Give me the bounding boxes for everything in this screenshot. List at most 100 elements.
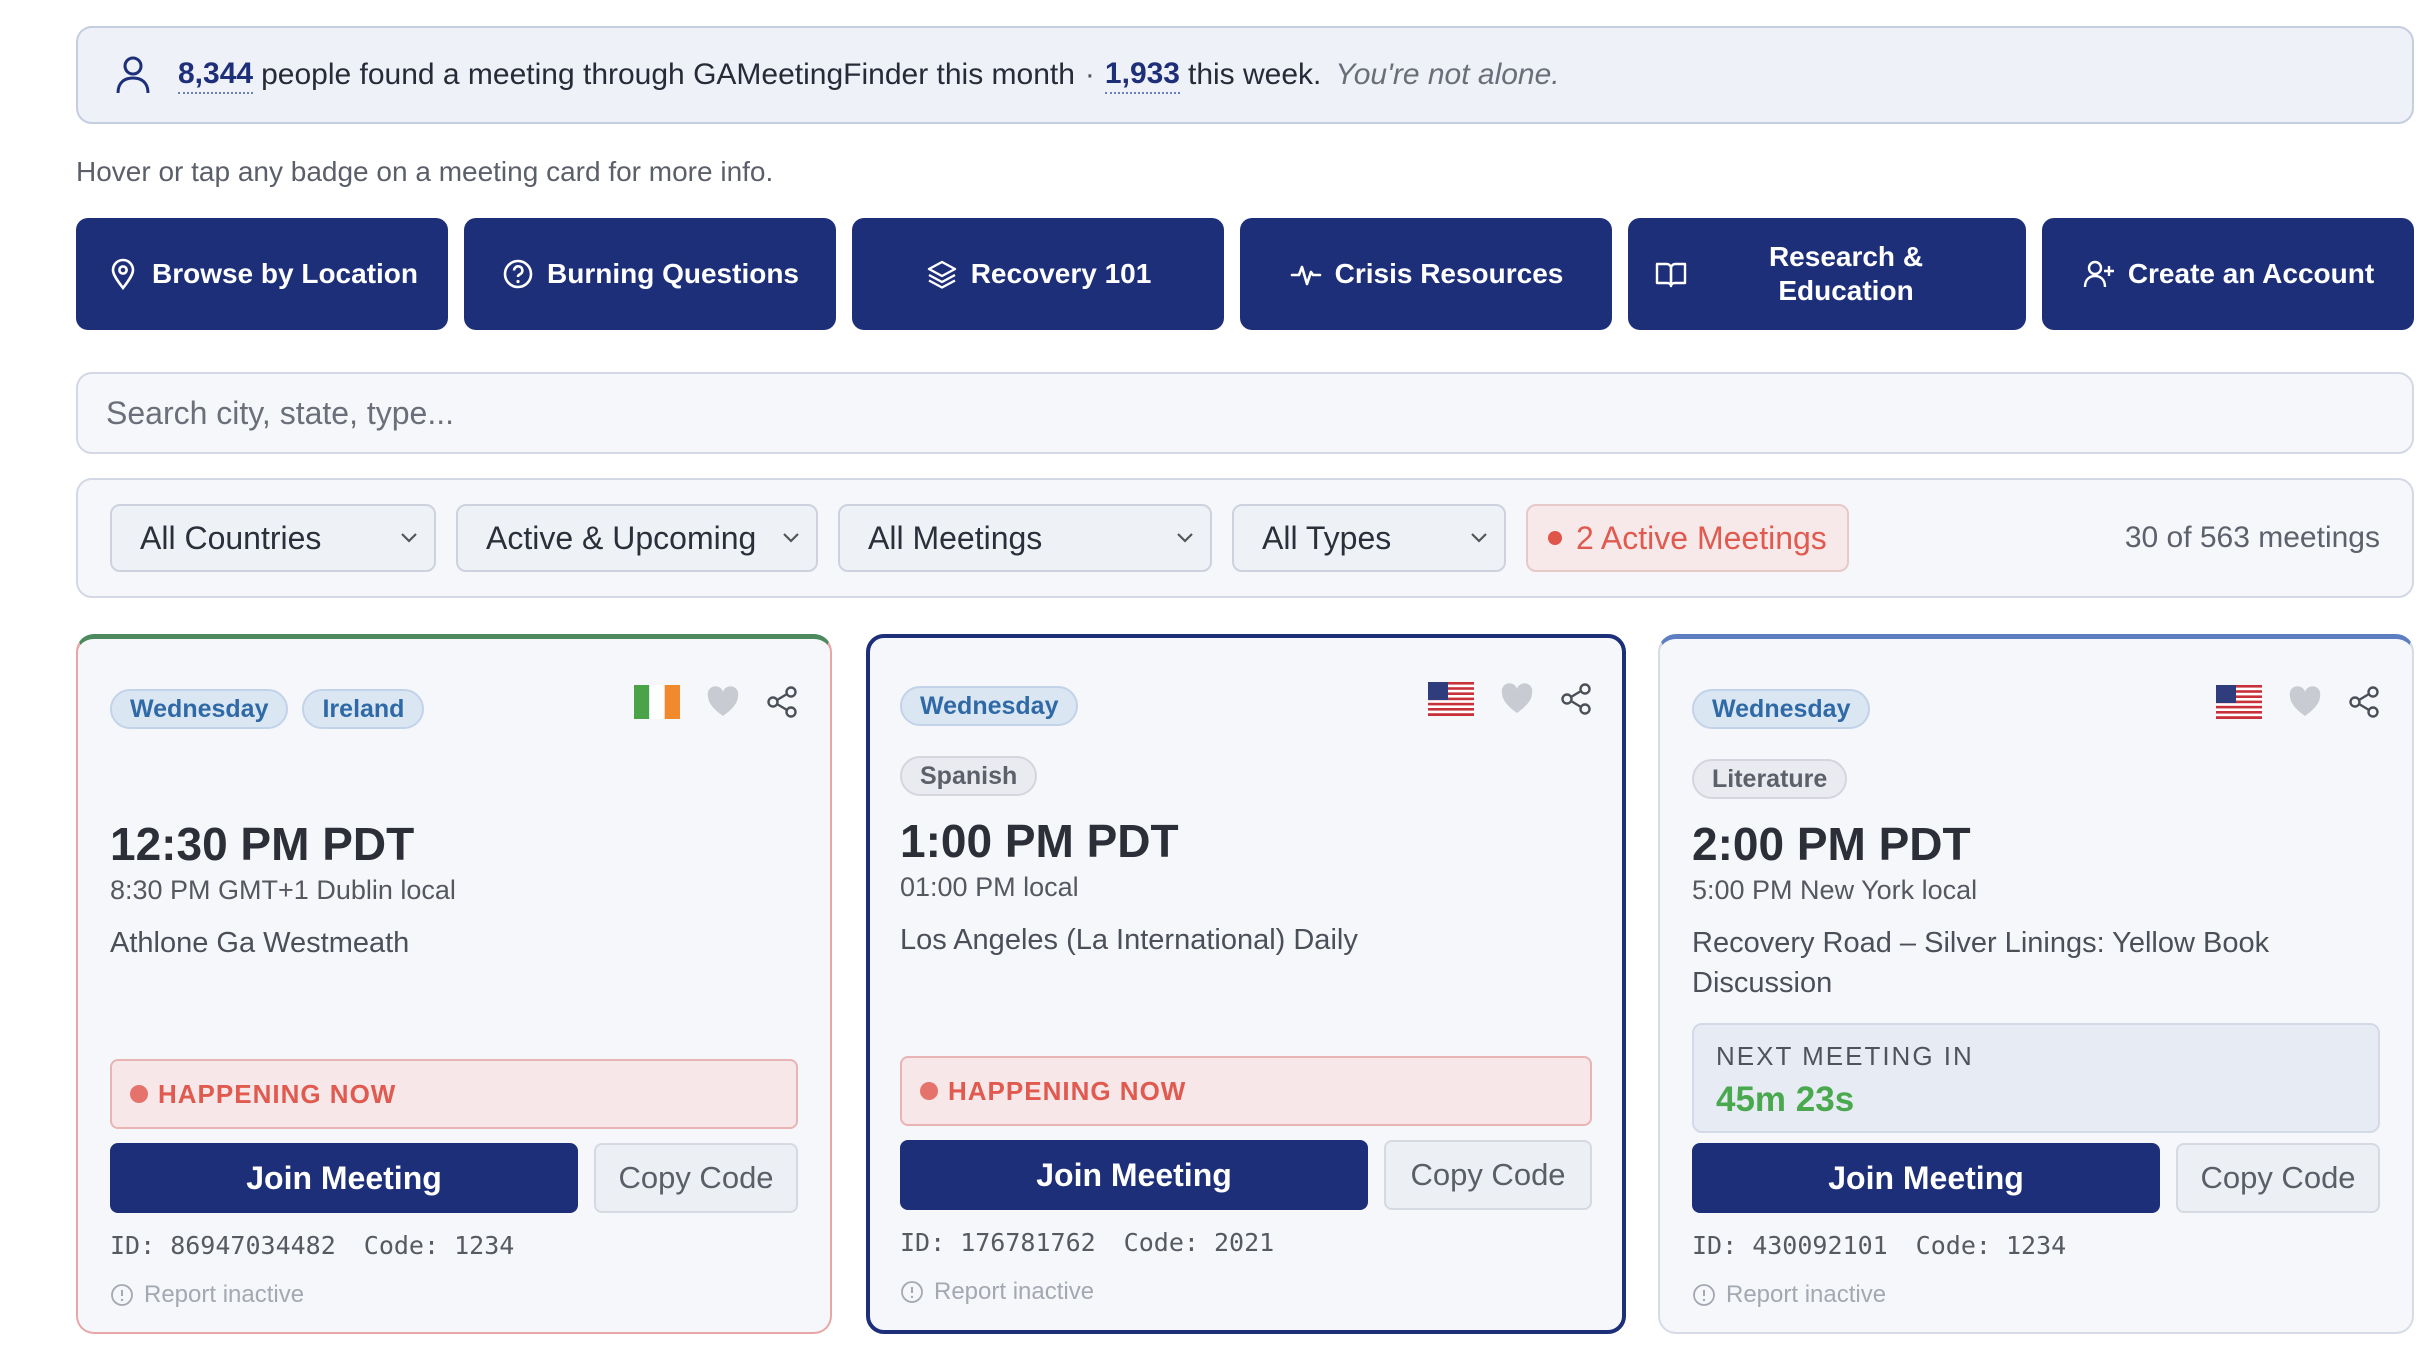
meeting-name: Athlone Ga Westmeath [110,927,410,959]
chevron-down-icon [783,533,799,543]
pulse-icon [1290,265,1321,286]
search-bar [76,372,2414,454]
day-badge[interactable]: Wednesday [900,686,1079,726]
status-select[interactable]: Active & Upcoming [456,504,818,572]
report-inactive-label: Report inactive [1726,1281,1887,1308]
meeting-code: Code: 1234 [1915,1231,2067,1260]
active-meetings-label: 2 Active Meetings [1576,519,1827,556]
meeting-credentials: ID: 430092101 Code: 1234 [1692,1231,2066,1260]
report-inactive-link[interactable]: Report inactive [1692,1281,1886,1309]
nav-buttons: Browse by Location Burning Questions Rec… [76,218,2414,330]
next-meeting-countdown: NEXT MEETING IN 45m 23s [1692,1023,2380,1133]
meeting-code: Code: 2021 [1123,1228,1275,1257]
meeting-id: ID: 176781762 [900,1228,1096,1257]
burning-questions-button[interactable]: Burning Questions [464,218,836,330]
meeting-time: 12:30 PM PDT [110,818,415,870]
browse-location-label: Browse by Location [151,258,419,289]
meeting-count: 30 of 563 meetings [2124,521,2380,554]
join-meeting-button[interactable]: Join Meeting [110,1143,578,1213]
usa-flag-icon [1428,682,1474,716]
burning-questions-label: Burning Questions [547,258,799,289]
week-text: this week. [1188,58,1322,91]
filter-bar: All Countries Active & Upcoming All Meet… [76,478,2414,598]
meeting-id: ID: 86947034482 [110,1231,336,1260]
ireland-flag-icon [634,685,680,719]
research-education-label: Research & Education [1768,241,1924,306]
location-pin-icon [111,258,135,291]
layers-icon [927,260,956,289]
week-count[interactable]: 1,933 [1104,57,1180,94]
join-meeting-button[interactable]: Join Meeting [900,1140,1368,1210]
report-inactive-label: Report inactive [934,1278,1095,1305]
meeting-card: Wednesday Ireland 12:30 PM PDT 8:30 PM G… [76,634,832,1334]
active-meetings-filter[interactable]: 2 Active Meetings [1526,504,1849,572]
meeting-card: Wednesday Spanish 1:00 PM PDT 01:00 PM l… [866,634,1626,1334]
live-dot-icon [920,1082,938,1100]
meeting-id: ID: 430092101 [1692,1231,1888,1260]
meetings-select-value: All Meetings [868,519,1043,556]
person-icon [116,56,150,94]
share-icon[interactable] [2348,685,2380,719]
create-account-button[interactable]: Create an Account [2042,218,2414,330]
types-select[interactable]: All Types [1232,504,1506,572]
heart-icon[interactable] [706,686,740,718]
country-select[interactable]: All Countries [110,504,436,572]
day-badge[interactable]: Wednesday [1692,689,1871,729]
countdown-value: 45m 23s [1716,1080,1855,1119]
meeting-name: Recovery Road – Silver Linings: Yellow B… [1692,927,2270,999]
happening-now-label: HAPPENING NOW [158,1078,397,1109]
copy-code-button[interactable]: Copy Code [594,1143,798,1213]
share-icon[interactable] [1560,682,1592,716]
report-inactive-link[interactable]: Report inactive [900,1278,1094,1306]
day-badge[interactable]: Wednesday [110,689,289,729]
meeting-credentials: ID: 86947034482 Code: 1234 [110,1231,514,1260]
banner-separator: · [1084,58,1095,91]
stats-banner: 8,344 people found a meeting through GAM… [76,26,2414,124]
book-icon [1655,262,1687,288]
research-education-button[interactable]: Research & Education [1628,218,2026,330]
meeting-time: 2:00 PM PDT [1692,818,1971,870]
chevron-down-icon [1471,533,1487,543]
heart-icon[interactable] [1500,683,1534,715]
tagline: You're not alone. [1335,58,1560,91]
meeting-card: Wednesday Literature 2:00 PM PDT 5:00 PM… [1658,634,2414,1334]
copy-code-button[interactable]: Copy Code [1384,1140,1592,1210]
live-dot-icon [130,1085,148,1103]
copy-code-button[interactable]: Copy Code [2176,1143,2380,1213]
recovery-101-label: Recovery 101 [970,258,1152,289]
meeting-code: Code: 1234 [363,1231,515,1260]
chevron-down-icon [401,533,417,543]
heart-icon[interactable] [2288,686,2322,718]
browse-location-button[interactable]: Browse by Location [76,218,448,330]
meeting-name: Los Angeles (La International) Daily [900,924,1358,956]
meeting-credentials: ID: 176781762 Code: 2021 [900,1228,1274,1257]
local-time: 01:00 PM local [900,872,1079,902]
language-badge[interactable]: Spanish [900,756,1038,796]
month-count[interactable]: 8,344 [178,57,254,94]
info-icon [901,1281,923,1303]
info-icon [111,1284,133,1306]
local-time: 5:00 PM New York local [1692,875,1978,905]
badge-hint: Hover or tap any badge on a meeting card… [76,156,774,187]
live-dot-icon [1548,531,1562,545]
happening-now-label: HAPPENING NOW [948,1075,1187,1106]
recovery-101-button[interactable]: Recovery 101 [852,218,1224,330]
meetings-select[interactable]: All Meetings [838,504,1212,572]
create-account-label: Create an Account [2127,258,2375,289]
happening-now-badge: HAPPENING NOW [900,1056,1592,1126]
type-badge[interactable]: Literature [1692,759,1848,799]
question-circle-icon [503,259,533,289]
report-inactive-link[interactable]: Report inactive [110,1281,304,1309]
chevron-down-icon [1177,533,1193,543]
country-badge[interactable]: Ireland [302,689,425,729]
crisis-resources-button[interactable]: Crisis Resources [1240,218,1612,330]
next-meeting-label: NEXT MEETING IN [1716,1041,1974,1071]
join-meeting-button[interactable]: Join Meeting [1692,1143,2160,1213]
search-input[interactable] [106,394,2412,432]
crisis-resources-label: Crisis Resources [1334,258,1564,289]
usa-flag-icon [2216,685,2262,719]
happening-now-badge: HAPPENING NOW [110,1059,798,1129]
meeting-time: 1:00 PM PDT [900,815,1179,867]
share-icon[interactable] [766,685,798,719]
status-select-value: Active & Upcoming [486,519,757,556]
